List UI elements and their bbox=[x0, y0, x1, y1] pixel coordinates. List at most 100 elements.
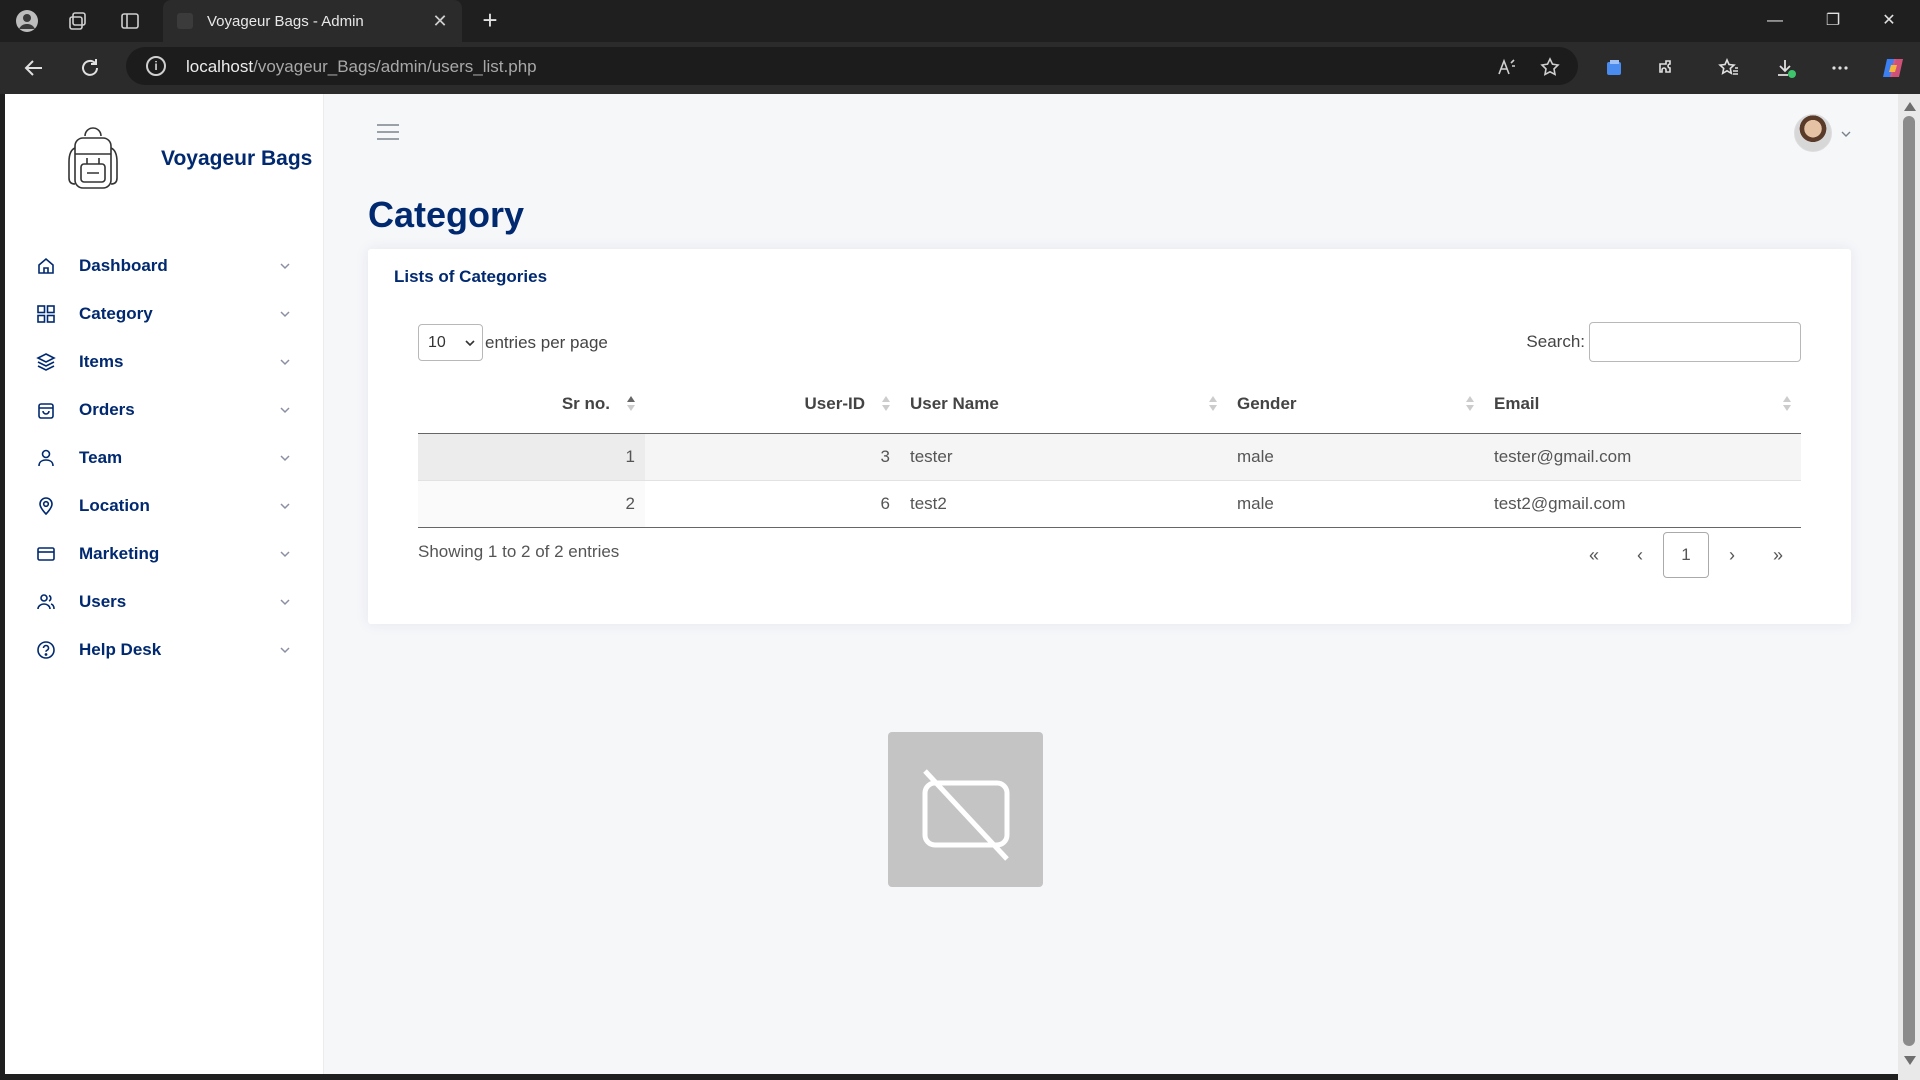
top-header bbox=[324, 94, 1898, 174]
table-info: Showing 1 to 2 of 2 entries bbox=[418, 542, 620, 561]
sidebar-item-label: Team bbox=[79, 448, 123, 467]
chevron-down-icon[interactable] bbox=[1840, 128, 1852, 140]
scroll-thumb[interactable] bbox=[1903, 116, 1915, 1046]
sidebar-item-help-desk[interactable]: Help Desk bbox=[5, 626, 324, 674]
sidebar-item-label: Marketing bbox=[79, 544, 160, 563]
workspaces-icon[interactable] bbox=[66, 9, 90, 33]
more-options-icon[interactable] bbox=[1827, 55, 1853, 81]
sidebar-item-label: Users bbox=[79, 592, 127, 611]
sidebar-item-label: Items bbox=[79, 352, 124, 371]
sidebar-menu: Dashboard Category Items Orders Team Loc… bbox=[5, 242, 324, 674]
first-page-button[interactable]: « bbox=[1571, 532, 1617, 578]
sidebar-item-marketing[interactable]: Marketing bbox=[5, 530, 324, 578]
grid-icon bbox=[35, 303, 57, 325]
favorites-icon[interactable] bbox=[1716, 55, 1742, 81]
broken-image-icon bbox=[922, 768, 1009, 861]
menu-toggle-icon[interactable] bbox=[377, 124, 399, 142]
scroll-up-icon[interactable] bbox=[1904, 102, 1916, 111]
table-header-row: Sr no. User-ID User Name Gender Email bbox=[418, 376, 1801, 434]
sort-icon bbox=[1466, 396, 1474, 414]
categories-card: Lists of Categories 10 entries per page … bbox=[368, 249, 1851, 624]
favorite-star-icon[interactable] bbox=[1539, 56, 1561, 78]
downloads-icon[interactable] bbox=[1773, 55, 1799, 81]
table-row[interactable]: 2 6 test2 male test2@gmail.com bbox=[418, 480, 1801, 528]
person-icon bbox=[35, 447, 57, 469]
sort-icon bbox=[1783, 396, 1791, 414]
sidebar-item-label: Help Desk bbox=[79, 640, 162, 659]
entries-label: entries per page bbox=[485, 332, 608, 352]
page-scrollbar[interactable] bbox=[1898, 94, 1920, 1080]
brand[interactable]: Voyageur Bags bbox=[63, 124, 312, 194]
house-icon bbox=[35, 255, 57, 277]
sidebar-item-dashboard[interactable]: Dashboard bbox=[5, 242, 324, 290]
next-page-button[interactable]: › bbox=[1709, 532, 1755, 578]
active-tab[interactable]: Voyageur Bags - Admin ✕ bbox=[163, 0, 462, 42]
reload-icon[interactable] bbox=[78, 56, 102, 80]
chevron-down-icon bbox=[280, 407, 290, 414]
search-label: Search: bbox=[1526, 332, 1585, 351]
page-1-button[interactable]: 1 bbox=[1663, 532, 1709, 578]
sidebar-item-category[interactable]: Category bbox=[5, 290, 324, 338]
column-header-email[interactable]: Email bbox=[1484, 376, 1801, 434]
sidebar-item-orders[interactable]: Orders bbox=[5, 386, 324, 434]
extensions-icon[interactable] bbox=[1655, 55, 1681, 81]
column-header-user-name[interactable]: User Name bbox=[900, 376, 1227, 434]
url-text: localhost/voyageur_Bags/admin/users_list… bbox=[186, 57, 537, 76]
read-aloud-icon[interactable] bbox=[1496, 56, 1518, 78]
sort-icon bbox=[882, 396, 890, 414]
people-icon bbox=[35, 591, 57, 613]
chevron-down-icon bbox=[280, 647, 290, 654]
vertical-tabs-icon[interactable] bbox=[118, 9, 142, 33]
backpack-logo bbox=[68, 127, 118, 189]
sidebar-item-users[interactable]: Users bbox=[5, 578, 324, 626]
entries-per-page: 10 entries per page bbox=[418, 324, 608, 361]
scroll-down-icon[interactable] bbox=[1904, 1056, 1916, 1065]
avatar[interactable] bbox=[1794, 114, 1832, 152]
last-page-button[interactable]: » bbox=[1755, 532, 1801, 578]
profile-icon[interactable] bbox=[15, 9, 39, 33]
cell-gender: male bbox=[1227, 433, 1484, 481]
search-input[interactable] bbox=[1589, 322, 1801, 362]
broken-image-placeholder bbox=[888, 732, 1043, 887]
chevron-down-icon bbox=[280, 599, 290, 606]
collections-icon[interactable] bbox=[1601, 55, 1627, 81]
question-circle-icon bbox=[35, 639, 57, 661]
minimize-icon[interactable]: — bbox=[1764, 10, 1786, 32]
restore-icon[interactable]: ❐ bbox=[1822, 10, 1844, 32]
sidebar: Voyageur Bags Dashboard Category Items O… bbox=[5, 94, 324, 1074]
cell-gender: male bbox=[1227, 480, 1484, 528]
sidebar-item-label: Category bbox=[79, 304, 153, 323]
cell-user-name: tester bbox=[900, 433, 1227, 481]
new-tab-button[interactable]: + bbox=[478, 7, 502, 33]
browser-tab-bar: Voyageur Bags - Admin ✕ + — ❐ ✕ bbox=[0, 0, 1920, 42]
page-viewport: Voyageur Bags Dashboard Category Items O… bbox=[5, 94, 1898, 1074]
column-header-sr-no[interactable]: Sr no. bbox=[418, 376, 645, 434]
sidebar-item-items[interactable]: Items bbox=[5, 338, 324, 386]
table-row[interactable]: 1 3 tester male tester@gmail.com bbox=[418, 433, 1801, 481]
cell-sr-no: 2 bbox=[418, 480, 645, 528]
card-title: Lists of Categories bbox=[394, 267, 548, 286]
cell-sr-no: 1 bbox=[418, 433, 645, 481]
entries-select[interactable]: 10 bbox=[418, 324, 483, 361]
sidebar-item-team[interactable]: Team bbox=[5, 434, 324, 482]
url-field[interactable]: i localhost/voyageur_Bags/admin/users_li… bbox=[126, 47, 1578, 85]
column-header-gender[interactable]: Gender bbox=[1227, 376, 1484, 434]
favicon-icon bbox=[177, 13, 193, 29]
chevron-down-icon bbox=[280, 263, 290, 270]
chevron-down-icon bbox=[465, 340, 475, 347]
close-tab-icon[interactable]: ✕ bbox=[430, 11, 450, 31]
prev-page-button[interactable]: ‹ bbox=[1617, 532, 1663, 578]
cell-user-id: 6 bbox=[645, 480, 900, 528]
sidebar-item-label: Dashboard bbox=[79, 256, 168, 275]
tab-title: Voyageur Bags - Admin bbox=[207, 12, 364, 30]
column-header-user-id[interactable]: User-ID bbox=[645, 376, 900, 434]
site-info-icon[interactable]: i bbox=[146, 56, 166, 76]
geo-pin-icon bbox=[35, 495, 57, 517]
sort-asc-icon bbox=[627, 396, 635, 414]
close-window-icon[interactable]: ✕ bbox=[1878, 10, 1900, 32]
copilot-icon[interactable] bbox=[1880, 55, 1906, 81]
chevron-down-icon bbox=[280, 551, 290, 558]
sidebar-item-location[interactable]: Location bbox=[5, 482, 324, 530]
pagination: « ‹ 1 › » bbox=[1571, 532, 1801, 578]
back-icon[interactable] bbox=[22, 56, 46, 80]
